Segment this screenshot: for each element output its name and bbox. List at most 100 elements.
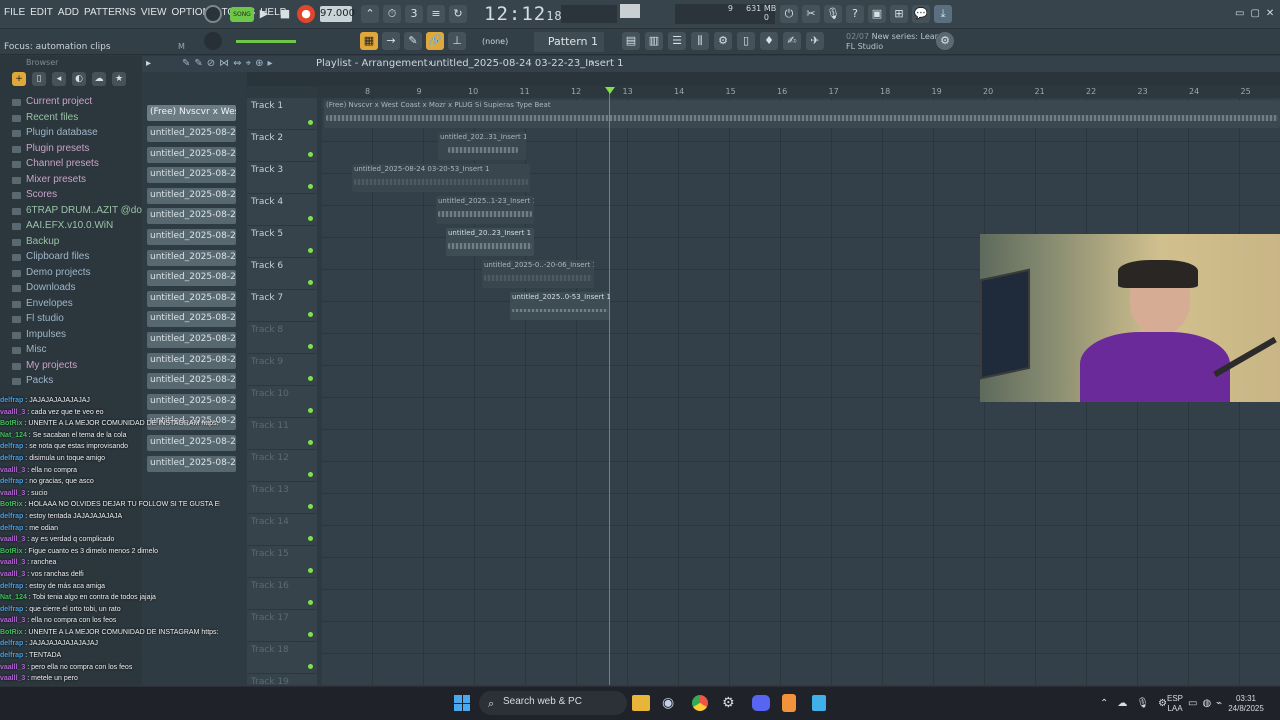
browser-item[interactable]: Backup [12, 236, 59, 247]
picker-item[interactable]: untitled_2025-08-24 03-.. [147, 167, 236, 184]
clip-main-beat[interactable]: (Free) Nvscvr x West Coast x Mozr x PLUG… [324, 100, 1280, 128]
track-mute-led[interactable] [308, 152, 313, 157]
picker-item[interactable]: untitled_2025-08-24 03-.. [147, 270, 236, 287]
track-mute-led[interactable] [308, 440, 313, 445]
microphone-icon[interactable]: 🎙 [824, 5, 842, 23]
track-header[interactable]: Track 15 [247, 546, 317, 578]
chrome-icon[interactable] [692, 695, 708, 711]
browser-item[interactable]: Demo projects [12, 267, 90, 278]
track-mute-led[interactable] [308, 568, 313, 573]
browser-item[interactable]: Channel presets [12, 158, 99, 169]
master-volume-knob[interactable] [204, 32, 222, 50]
pat-song-knob-icon[interactable] [204, 5, 222, 23]
track-header[interactable]: Track 2 [247, 130, 317, 162]
track-mute-led[interactable] [308, 216, 313, 221]
taskbar-search[interactable]: Search web & PC [479, 691, 627, 715]
start-icon[interactable] [454, 695, 470, 711]
track-header[interactable]: Track 10 [247, 386, 317, 418]
stamp-icon[interactable]: ⊥ [448, 32, 466, 50]
piano-roll-icon[interactable]: ▥ [645, 32, 663, 50]
picker-item[interactable]: untitled_2025-08-24 03-.. [147, 208, 236, 225]
track-mute-led[interactable] [308, 472, 313, 477]
browser-item[interactable]: Mixer presets [12, 174, 86, 185]
browser-item[interactable]: Impulses [12, 329, 66, 340]
tempo-display[interactable]: 97.000 [320, 6, 355, 22]
picker-item[interactable]: untitled_2025-08-24 03-.. [147, 249, 236, 266]
browser-item[interactable]: Envelopes [12, 298, 73, 309]
countdown-icon[interactable]: 3 [405, 5, 423, 23]
track-mute-led[interactable] [308, 312, 313, 317]
browser-item[interactable]: Downloads [12, 282, 75, 293]
browser-all-icon[interactable]: + [12, 72, 26, 86]
file-explorer-icon[interactable] [632, 695, 650, 711]
metronome-icon[interactable]: ⌃ [361, 5, 379, 23]
track-mute-led[interactable] [308, 664, 313, 669]
clip-track3[interactable]: untitled_2025-08-24 03-20-53_Insert 1 [352, 164, 530, 192]
menu-edit[interactable]: EDIT [30, 7, 53, 18]
notepad-icon[interactable] [812, 695, 826, 711]
picker-item-first[interactable]: (Free) Nvscvr x West.. [147, 105, 236, 121]
pencil-icon[interactable]: ✎ [404, 32, 422, 50]
loop-record-icon[interactable]: ↻ [449, 5, 467, 23]
mixer-icon[interactable]: ✂ [802, 5, 820, 23]
tray-icons[interactable]: ⌃☁🎙⚙ [1100, 698, 1176, 709]
track-header[interactable]: Track 1 [247, 98, 317, 130]
project-icon[interactable]: ▯ [737, 32, 755, 50]
browser-item[interactable]: Clipboard files [12, 251, 89, 262]
clip-track5[interactable]: untitled_20..23_Insert 1 [446, 228, 534, 256]
pattern-selector[interactable]: Pattern 1 [534, 32, 604, 52]
track-header[interactable]: Track 16 [247, 578, 317, 610]
browser-item[interactable]: Current project [12, 96, 92, 107]
track-mute-led[interactable] [308, 408, 313, 413]
step-edit-icon[interactable]: ≡ [427, 5, 445, 23]
track-header[interactable]: Track 18 [247, 642, 317, 674]
browser-star-icon[interactable]: ★ [112, 72, 126, 86]
app-icon[interactable]: ⚙ [722, 695, 735, 711]
browser-item[interactable]: Plugin presets [12, 143, 89, 154]
link-icon[interactable]: 🔗 [426, 32, 444, 50]
clip-track2[interactable]: untitled_202..31_Insert 1 [438, 132, 526, 160]
record-icon[interactable]: ● [297, 5, 315, 23]
picker-item[interactable]: untitled_2025-08-24 03-.. [147, 126, 236, 142]
track-mute-led[interactable] [308, 536, 313, 541]
clip-track7[interactable]: untitled_2025..0-53_Insert 1 [510, 292, 610, 320]
browser-files-icon[interactable]: ▯ [32, 72, 46, 86]
track-header[interactable]: Track 13 [247, 482, 317, 514]
window-controls[interactable]: ▭▢✕ [1235, 8, 1280, 19]
snap-arrow-icon[interactable]: → [382, 32, 400, 50]
browser-item[interactable]: Fl studio [12, 313, 64, 324]
browser-cloud-icon[interactable]: ☁ [92, 72, 106, 86]
discord-icon[interactable] [752, 695, 770, 711]
browser-item[interactable]: Plugin database [12, 127, 98, 138]
track-header[interactable]: Track 6 [247, 258, 317, 290]
channel-rack-icon[interactable]: ▤ [622, 32, 640, 50]
browser-item[interactable]: AAI.EFX.v10.0.WiN [12, 220, 113, 231]
picker-item[interactable]: untitled_2025-08-24 03-.. [147, 290, 236, 307]
track-mute-led[interactable] [308, 600, 313, 605]
picker-item[interactable]: untitled_2025-08-24 03-.. [147, 332, 236, 348]
chat-icon[interactable]: 💬 [912, 5, 930, 23]
playlist-scroll-area[interactable] [247, 72, 1280, 86]
picker-item[interactable]: untitled_2025-08-24 03-.. [147, 311, 236, 328]
playhead-marker-icon[interactable] [605, 87, 615, 94]
track-mute-led[interactable] [308, 184, 313, 189]
picker-item[interactable]: untitled_2025-08-24 03-.. [147, 373, 236, 390]
track-header[interactable]: Track 4 [247, 194, 317, 226]
track-header[interactable]: Track 17 [247, 610, 317, 642]
browser-item[interactable]: My projects [12, 360, 77, 371]
picker-item[interactable]: untitled_2025-08-24 03-.. [147, 352, 236, 369]
wizard-icon[interactable]: ✈ [806, 32, 824, 50]
track-mute-led[interactable] [308, 248, 313, 253]
track-mute-led[interactable] [308, 632, 313, 637]
play-icon[interactable]: ▶ [255, 5, 273, 23]
track-header[interactable]: Track 9 [247, 354, 317, 386]
reset-icon[interactable]: ⏻ [780, 5, 798, 23]
menu-file[interactable]: FILE [4, 7, 25, 18]
browser-item[interactable]: Misc [12, 344, 47, 355]
browser-item[interactable]: Recent files [12, 112, 78, 123]
playlist-icon[interactable]: ☰ [668, 32, 686, 50]
snap-select[interactable]: (none) [482, 35, 528, 49]
track-mute-led[interactable] [308, 504, 313, 509]
master-pitch-slider[interactable] [236, 40, 296, 43]
playlist-arrow-icon[interactable]: ▸ [146, 58, 151, 69]
